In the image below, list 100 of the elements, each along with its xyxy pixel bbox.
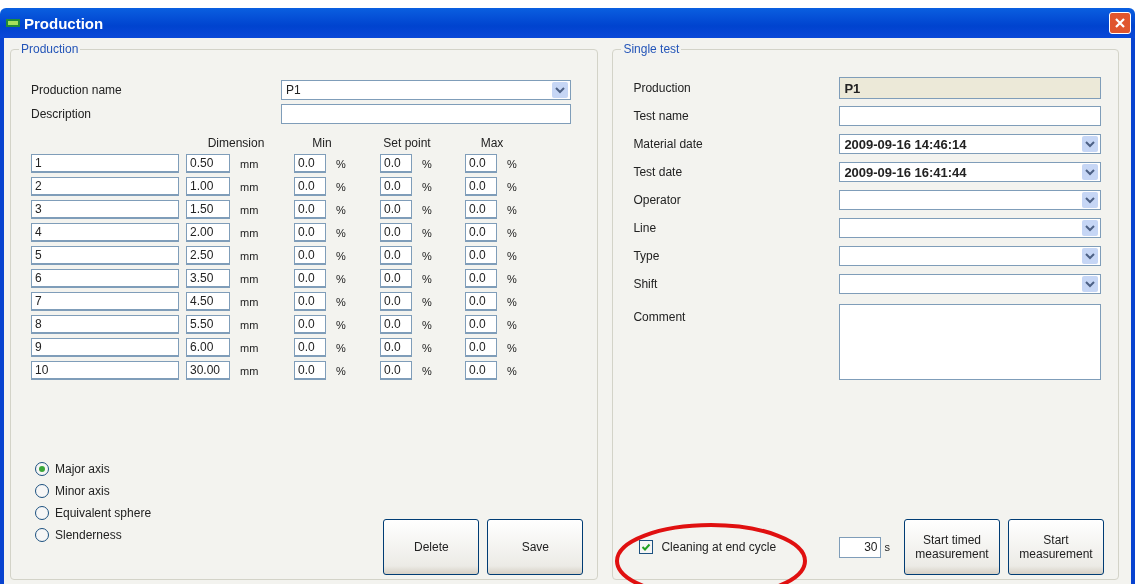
max-input[interactable]: 0.0 — [465, 315, 497, 334]
max-input[interactable]: 0.0 — [465, 177, 497, 196]
unit-label: % — [506, 272, 518, 285]
name-input[interactable]: 8 — [31, 315, 179, 334]
dropdown-field[interactable] — [839, 218, 1102, 238]
action-button[interactable]: Save — [487, 519, 584, 575]
min-input[interactable]: 0.0 — [294, 269, 326, 288]
unit-label: mm — [239, 249, 260, 262]
unit-label: % — [335, 226, 347, 239]
chevron-down-icon — [1082, 276, 1099, 292]
dropdown-field[interactable]: P1 — [281, 80, 571, 100]
max-input[interactable]: 0.0 — [465, 246, 497, 265]
action-button[interactable]: Start timed measurement — [904, 519, 1000, 575]
dropdown-field[interactable]: 2009-09-16 16:41:44 — [839, 162, 1102, 182]
name-input[interactable]: 5 — [31, 246, 179, 265]
field-label: Production — [633, 81, 692, 95]
set-point-input[interactable]: 0.0 — [380, 292, 412, 311]
dropdown-field[interactable] — [839, 274, 1102, 294]
dimension-input[interactable]: 1.50 — [186, 200, 230, 219]
set-point-input[interactable]: 0.0 — [380, 154, 412, 173]
unit-label: % — [421, 157, 433, 170]
name-input[interactable]: 2 — [31, 177, 179, 196]
max-input[interactable]: 0.0 — [465, 338, 497, 357]
name-input[interactable]: 3 — [31, 200, 179, 219]
max-input[interactable]: 0.0 — [465, 200, 497, 219]
unit-label: % — [506, 157, 518, 170]
name-input[interactable]: 1 — [31, 154, 179, 173]
field-label: Comment — [633, 309, 687, 324]
dropdown-field[interactable] — [839, 190, 1102, 210]
name-input[interactable]: 7 — [31, 292, 179, 311]
unit-label: % — [506, 226, 518, 239]
close-button[interactable] — [1109, 12, 1131, 34]
chevron-down-icon — [552, 82, 568, 98]
max-input[interactable]: 0.0 — [465, 223, 497, 242]
unit-label: mm — [239, 295, 260, 308]
min-input[interactable]: 0.0 — [294, 315, 326, 334]
min-input[interactable]: 0.0 — [294, 338, 326, 357]
radio-button[interactable] — [35, 483, 49, 498]
name-input[interactable]: 9 — [31, 338, 179, 357]
dimension-input[interactable]: 2.50 — [186, 246, 230, 265]
min-input[interactable]: 0.0 — [294, 246, 326, 265]
column-header: Max — [479, 136, 505, 150]
set-point-input[interactable]: 0.0 — [380, 269, 412, 288]
min-input[interactable]: 0.0 — [294, 361, 326, 380]
unit-label: % — [421, 249, 433, 262]
min-input[interactable]: 0.0 — [294, 223, 326, 242]
app-icon — [6, 18, 20, 28]
dimension-input[interactable]: 30.00 — [186, 361, 230, 380]
max-input[interactable]: 0.0 — [465, 269, 497, 288]
min-input[interactable]: 0.0 — [294, 177, 326, 196]
min-input[interactable]: 0.0 — [294, 200, 326, 219]
action-button[interactable]: Delete — [383, 519, 480, 575]
set-point-input[interactable]: 0.0 — [380, 338, 412, 357]
dimension-input[interactable]: 0.50 — [186, 154, 230, 173]
radio-button[interactable] — [35, 505, 49, 520]
text-field[interactable] — [839, 106, 1102, 126]
dropdown-field[interactable] — [839, 246, 1102, 266]
group-title: Production — [20, 42, 80, 56]
radio-button[interactable] — [35, 461, 49, 476]
set-point-input[interactable]: 0.0 — [380, 200, 412, 219]
unit-label: % — [421, 295, 433, 308]
checkbox[interactable] — [639, 540, 654, 554]
max-input[interactable]: 0.0 — [465, 361, 497, 380]
name-input[interactable]: 10 — [31, 361, 179, 380]
dropdown-field[interactable]: 2009-09-16 14:46:14 — [839, 134, 1102, 154]
unit-label: % — [335, 180, 347, 193]
set-point-input[interactable]: 0.0 — [380, 246, 412, 265]
radio-button[interactable] — [35, 527, 49, 542]
max-input[interactable]: 0.0 — [465, 292, 497, 311]
unit-label: % — [335, 157, 347, 170]
set-point-input[interactable]: 0.0 — [380, 315, 412, 334]
min-input[interactable]: 0.0 — [294, 154, 326, 173]
unit-label: % — [421, 318, 433, 331]
dimension-input[interactable]: 4.50 — [186, 292, 230, 311]
text-field[interactable] — [281, 104, 571, 124]
field-label: Description — [31, 107, 93, 121]
set-point-input[interactable]: 0.0 — [380, 223, 412, 242]
dimension-input[interactable]: 6.00 — [186, 338, 230, 357]
action-button[interactable]: Start measurement — [1008, 519, 1104, 575]
min-input[interactable]: 0.0 — [294, 292, 326, 311]
name-input[interactable]: 4 — [31, 223, 179, 242]
chevron-down-icon — [1082, 192, 1099, 208]
dimension-input[interactable]: 3.50 — [186, 269, 230, 288]
column-header: Dimension — [206, 136, 266, 150]
unit-label: % — [335, 318, 347, 331]
unit-label: % — [335, 203, 347, 216]
field-label: Test name — [633, 109, 690, 123]
readonly-field: P1 — [839, 77, 1102, 99]
set-point-input[interactable]: 0.0 — [380, 361, 412, 380]
name-input[interactable]: 6 — [31, 269, 179, 288]
seconds-field[interactable]: 30 — [838, 536, 881, 558]
dimension-input[interactable]: 1.00 — [186, 177, 230, 196]
unit-label: % — [421, 341, 433, 354]
max-input[interactable]: 0.0 — [465, 154, 497, 173]
set-point-input[interactable]: 0.0 — [380, 177, 412, 196]
comment-field[interactable] — [839, 304, 1102, 380]
dimension-input[interactable]: 2.00 — [186, 223, 230, 242]
unit-label: % — [506, 341, 518, 354]
dimension-input[interactable]: 5.50 — [186, 315, 230, 334]
chevron-down-icon — [1082, 248, 1099, 264]
